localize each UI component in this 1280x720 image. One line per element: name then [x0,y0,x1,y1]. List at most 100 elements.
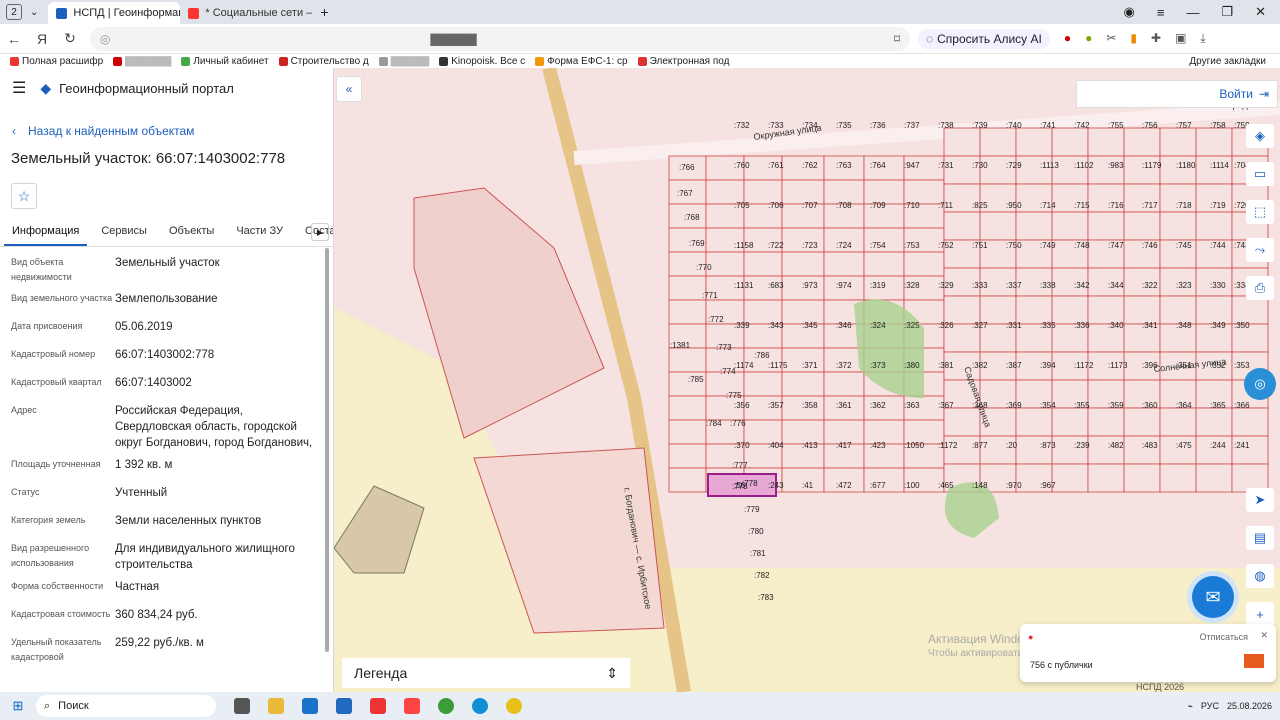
share-icon[interactable]: ⤳ [1246,238,1274,262]
parcel[interactable] [1015,211,1053,241]
collections-icon[interactable]: ▣ [1175,31,1186,46]
store-icon[interactable] [336,698,352,714]
parcel[interactable] [943,295,981,325]
parcel[interactable] [1015,295,1053,325]
parcel[interactable] [1123,407,1161,437]
alice-button[interactable]: ◌ Спросить Алису AI [918,28,1050,49]
parcel[interactable] [781,371,825,397]
tab-information[interactable]: Информация [4,221,88,246]
parcel[interactable] [668,443,707,469]
parcel[interactable] [743,251,783,277]
print-icon[interactable]: ⎙ [1246,276,1274,300]
parcel[interactable] [943,127,981,157]
menu-icon[interactable]: ≡ [1157,5,1165,20]
chat-button[interactable]: ✉ [1192,576,1234,618]
extension-icon[interactable]: ● [1085,31,1092,46]
bookmark-item[interactable]: ▇▇▇▇▇▇ [113,56,171,67]
cursor-icon[interactable]: ➤ [1246,488,1274,512]
tab-parts[interactable]: Части ЗУ [228,221,291,246]
chevron-right-icon[interactable]: ▶ [311,223,329,241]
clock[interactable]: 25.08.2026 [1227,701,1272,712]
close-window-icon[interactable]: ✕ [1255,4,1266,20]
scrollbar[interactable] [325,248,329,652]
parcel[interactable] [943,211,981,241]
parcel[interactable] [1159,407,1197,437]
parcel[interactable] [979,295,1017,325]
extension-icon[interactable]: ▮ [1130,31,1137,46]
parcel[interactable] [903,251,945,277]
parcel[interactable] [1123,127,1161,157]
favorite-button[interactable]: ☆ [11,183,37,209]
back-link[interactable]: ‹ Назад к найденным объектам [12,124,333,138]
parcel[interactable] [1087,463,1125,493]
parcel[interactable] [668,347,707,373]
parcel[interactable] [1195,127,1233,157]
parcel[interactable] [1051,295,1089,325]
bookmark-item[interactable]: Электронная под [637,56,729,67]
parcel[interactable] [1051,127,1089,157]
bookmark-item[interactable]: ▇▇▇▇▇ [378,56,429,67]
tools-icon[interactable]: ✂ [1106,31,1116,46]
parcel[interactable] [1123,211,1161,241]
cadastral-map[interactable]: :766:767:768:769:770:771:772:773:774:775… [334,68,1280,692]
legend-panel[interactable]: Легенда ⇕ [342,658,630,688]
parcel[interactable] [943,407,981,437]
parcel[interactable] [1123,295,1161,325]
parcel[interactable] [1159,211,1197,241]
language-indicator[interactable]: РУС [1201,701,1219,711]
ruler-icon[interactable]: ▭ [1246,162,1274,186]
bookmark-item[interactable]: Личный кабинет [181,56,269,67]
mail-app-icon[interactable] [302,698,318,714]
network-icon[interactable]: ⌁ [1188,701,1193,712]
tab-services[interactable]: Сервисы [93,221,155,246]
parcel[interactable] [1231,295,1269,325]
parcel[interactable] [668,419,707,445]
parcel[interactable] [668,275,707,301]
menu-icon[interactable]: ☰ [12,78,26,98]
parcel[interactable] [1051,463,1089,493]
edge-icon[interactable] [472,698,488,714]
parcel[interactable] [1087,127,1125,157]
other-bookmarks[interactable]: Другие закладки [1189,56,1266,67]
parcel[interactable] [1159,463,1197,493]
reload-icon[interactable]: ↻ [56,30,84,47]
bookmark-item[interactable]: Форма ЕФС-1: ср [535,56,628,67]
yandex-icon[interactable]: Я [28,31,56,47]
parcel[interactable] [781,251,825,277]
bookmark-item[interactable]: Строительство д [278,56,369,67]
parcel[interactable] [1195,407,1233,437]
parcel[interactable] [1015,407,1053,437]
bookmark-item[interactable]: Kinopoisk. Все с [439,56,525,67]
select-area-icon[interactable]: ⬚ [1246,200,1274,224]
parcel[interactable] [979,127,1017,157]
geolocation-icon[interactable]: ◎ [1244,368,1276,400]
parcel[interactable] [1087,407,1125,437]
zoom-in-icon[interactable]: + [1246,602,1274,626]
collapse-panel-button[interactable]: « [336,76,362,102]
parcel[interactable] [1195,463,1233,493]
parcel[interactable] [1123,463,1161,493]
parcel[interactable] [1195,295,1233,325]
parcel[interactable] [1051,407,1089,437]
parcel[interactable] [823,251,865,277]
tab-objects[interactable]: Объекты [161,221,222,246]
notification-popup[interactable]: ● Отписаться ✕ 756 с публички [1020,624,1276,682]
restore-icon[interactable]: ❐ [1221,4,1233,20]
locate-icon[interactable]: ◍ [1246,564,1274,588]
back-icon[interactable]: ← [0,31,28,47]
parcel[interactable] [979,211,1017,241]
chrome-icon[interactable] [438,698,454,714]
parcel[interactable] [1051,211,1089,241]
parcel[interactable] [743,371,783,397]
parcel[interactable] [668,299,707,325]
parcel[interactable] [1159,127,1197,157]
layers-icon[interactable]: ◈ [1246,124,1274,148]
parcel[interactable] [1231,407,1269,437]
parcel[interactable] [1159,295,1197,325]
puzzle-icon[interactable]: ✚ [1151,31,1161,46]
app-icon[interactable] [506,698,522,714]
unsubscribe-link[interactable]: Отписаться [1199,632,1248,642]
parcel[interactable] [1087,295,1125,325]
parcel[interactable] [823,371,865,397]
parcel[interactable] [705,251,745,277]
